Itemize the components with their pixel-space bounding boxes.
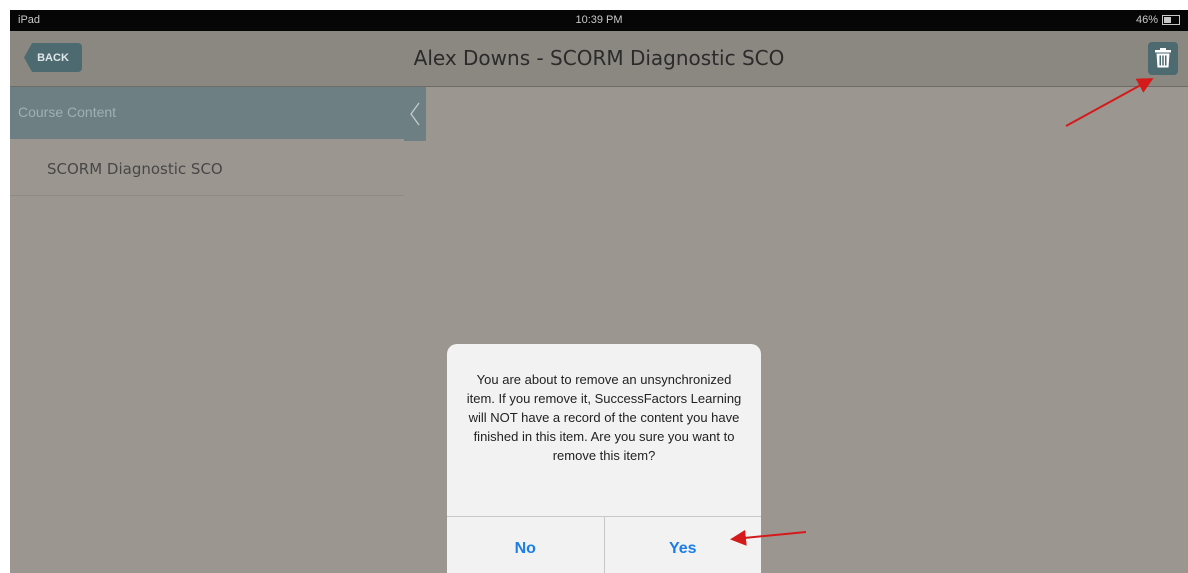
annotation-arrow-yes xyxy=(730,529,807,546)
annotation-overlay xyxy=(730,78,1154,546)
annotation-arrow-trash xyxy=(1065,78,1154,127)
